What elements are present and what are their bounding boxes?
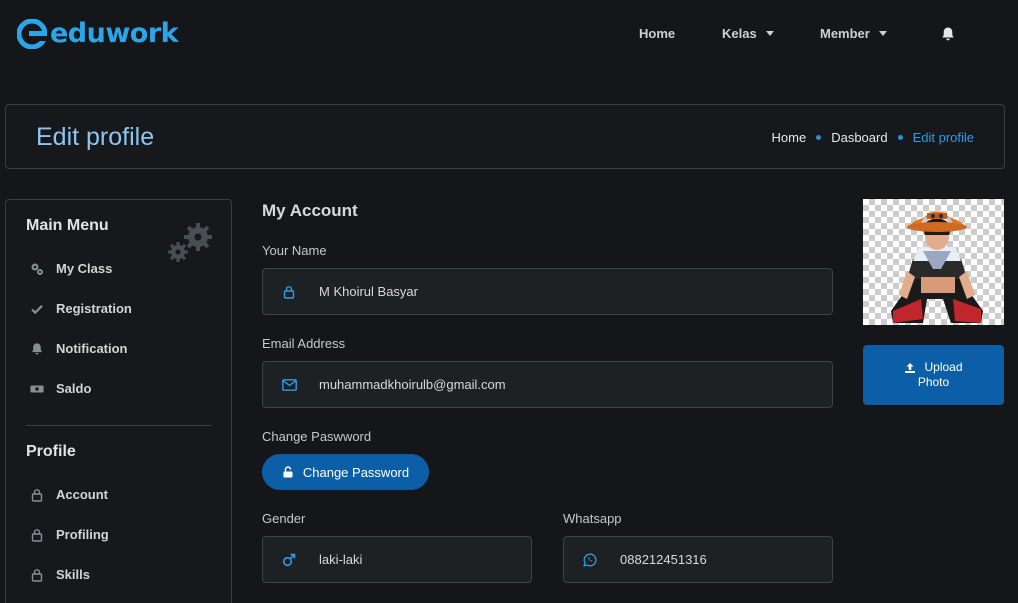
whatsapp-label: Whatsapp [563, 511, 622, 526]
sidebar-item-label: Profiling [56, 527, 109, 542]
sidebar-divider [26, 425, 212, 426]
sidebar-item-profiling[interactable]: Profiling [30, 527, 109, 542]
nav-home[interactable]: Home [639, 26, 675, 41]
breadcrumb-home[interactable]: Home [772, 130, 807, 145]
sidebar-item-my-class[interactable]: My Class [30, 261, 112, 276]
sidebar-item-account[interactable]: Account [30, 487, 108, 502]
sidebar-item-label: Notification [56, 341, 128, 356]
gears-icon [30, 262, 44, 276]
unlock-icon [283, 466, 293, 478]
sidebar-item-registration[interactable]: Registration [30, 301, 132, 316]
email-field[interactable]: muhammadkhoirulb@gmail.com [262, 361, 833, 408]
change-password-label: Change Password [302, 464, 410, 480]
bell-icon [30, 342, 44, 356]
breadcrumb-separator [897, 135, 903, 140]
lock-icon [30, 568, 44, 582]
envelope-icon [281, 377, 297, 393]
section-title: My Account [262, 201, 358, 220]
email-label: Email Address [262, 336, 346, 351]
money-icon [30, 382, 44, 396]
notification-bell-icon[interactable] [940, 26, 956, 42]
sidebar-item-label: Skills [56, 567, 90, 582]
name-field[interactable]: M Khoirul Basyar [262, 268, 833, 315]
profile-heading: Profile [26, 443, 76, 460]
top-navbar: eduwork Home Kelas Member [0, 0, 1018, 70]
sidebar-item-saldo[interactable]: Saldo [30, 381, 91, 396]
sidebar-item-skills[interactable]: Skills [30, 567, 90, 582]
breadcrumb: Home Dasboard Edit profile [772, 130, 974, 145]
main-menu-heading: Main Menu [26, 217, 109, 234]
upload-icon [905, 362, 916, 373]
male-icon [281, 552, 297, 568]
avatar-illustration [891, 211, 983, 323]
gears-decoration-icon [168, 223, 212, 262]
whatsapp-icon [582, 552, 598, 568]
eduwork-logo-icon [17, 18, 47, 49]
gender-field[interactable]: laki-laki [262, 536, 532, 583]
upload-photo-button[interactable]: Upload Photo [863, 345, 1004, 405]
sidebar-item-label: Saldo [56, 381, 92, 396]
nav-member-label: Member [820, 26, 870, 41]
nav-kelas-label: Kelas [722, 26, 757, 41]
upload-photo-label-line2: Photo [917, 375, 950, 389]
upload-photo-label-line1: Upload [924, 360, 963, 374]
sidebar: Main Menu My Class Registration Notifica… [5, 199, 232, 603]
profile-photo [863, 199, 1004, 325]
brand-logo[interactable]: eduwork [17, 18, 179, 49]
lock-icon [30, 528, 44, 542]
sidebar-item-label: Registration [56, 301, 132, 316]
gender-label: Gender [262, 511, 306, 526]
name-value: M Khoirul Basyar [319, 284, 418, 299]
whatsapp-value: 088212451316 [620, 552, 707, 567]
nav-member-dropdown[interactable]: Member [820, 26, 887, 41]
whatsapp-field[interactable]: 088212451316 [563, 536, 833, 583]
check-icon [30, 302, 44, 316]
gender-value: laki-laki [319, 552, 363, 567]
page-title: Edit profile [36, 123, 155, 151]
caret-down-icon [765, 31, 774, 36]
change-password-button[interactable]: Change Password [262, 454, 429, 490]
breadcrumb-current: Edit profile [912, 130, 974, 145]
password-label: Change Paswword [262, 429, 372, 444]
sidebar-item-label: My Class [56, 261, 113, 276]
name-label: Your Name [262, 243, 327, 258]
page-header: Edit profile Home Dasboard Edit profile [5, 104, 1005, 169]
sidebar-item-label: Account [56, 487, 108, 502]
sidebar-item-notification[interactable]: Notification [30, 341, 128, 356]
breadcrumb-dashboard[interactable]: Dasboard [831, 130, 887, 145]
email-value: muhammadkhoirulb@gmail.com [319, 377, 506, 392]
breadcrumb-separator [816, 135, 822, 140]
lock-icon [30, 488, 44, 502]
user-icon [281, 284, 297, 300]
caret-down-icon [878, 31, 887, 36]
upload-photo-row: Upload [904, 360, 963, 375]
nav-home-label: Home [639, 26, 676, 41]
nav-kelas-dropdown[interactable]: Kelas [722, 26, 774, 41]
brand-name: eduwork [50, 18, 179, 49]
